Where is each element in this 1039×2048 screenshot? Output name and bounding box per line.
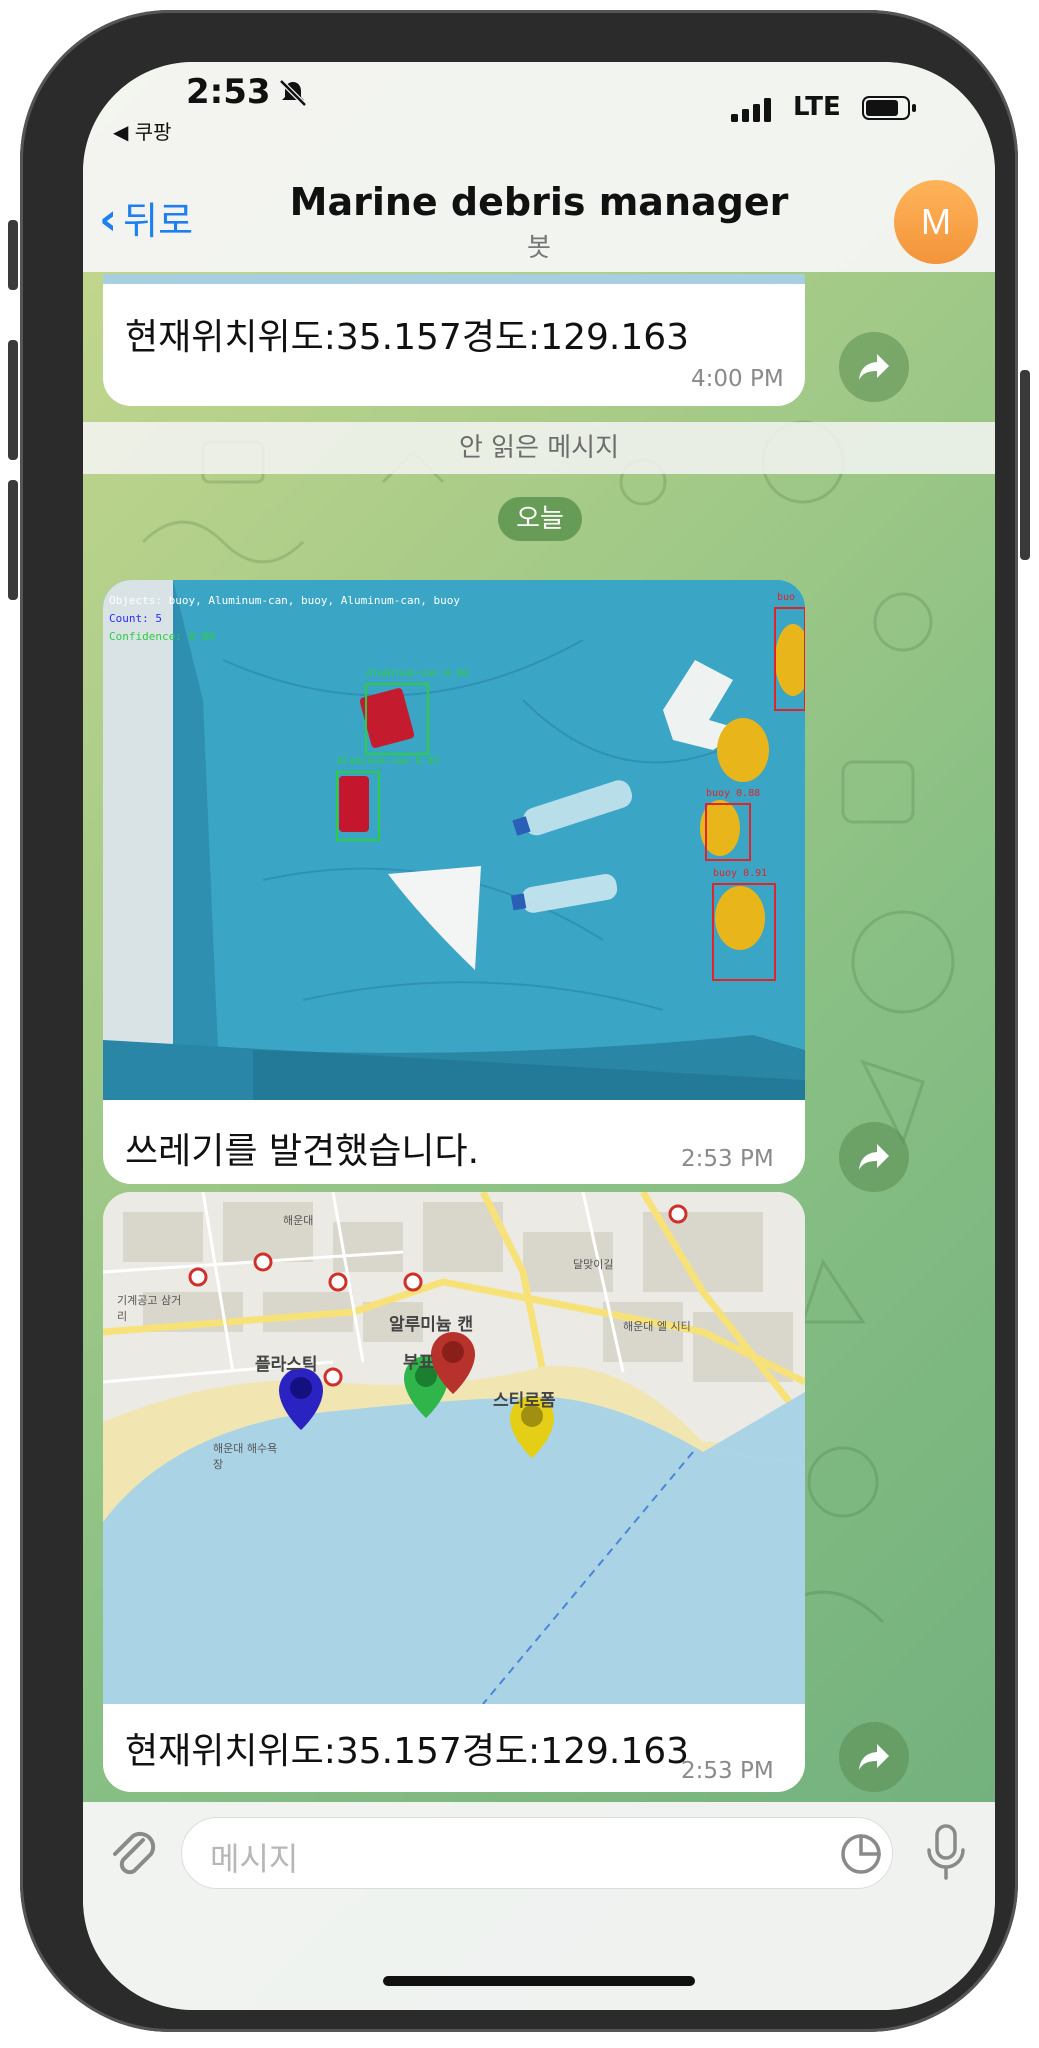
message-time: 2:53 PM [681,1146,774,1172]
marker-label-plastic: 플라스틱 [255,1355,318,1375]
volume-down-button [8,480,18,600]
image-caption: 쓰레기를 발견했습니다. [125,1131,480,1172]
location-map[interactable]: 해운대 기계공고 삼거리 해운대 해수욕장 해운대 엘 시티 달맞이길 플라스틱… [103,1192,805,1704]
message-input[interactable]: 메시지 [181,1817,893,1889]
message-bubble-detection[interactable]: Objects: buoy, Aluminum-can, buoy, Alumi… [103,580,805,1184]
power-button [1020,370,1030,560]
detection-objects-label: Objects: buoy, Aluminum-can, buoy, Alumi… [109,594,460,607]
sticker-icon[interactable] [839,1832,883,1876]
map-place-label: 해운대 [283,1214,314,1227]
message-time: 2:53 PM [681,1758,774,1784]
message-text: 현재위치위도:35.157경도:129.163 [125,1731,690,1772]
forward-button[interactable] [839,1722,909,1792]
avatar[interactable]: M [894,180,978,264]
detection-photo[interactable]: Objects: buoy, Aluminum-can, buoy, Alumi… [103,580,805,1100]
chat-subtitle: 봇 [527,233,551,263]
back-to-app-link[interactable]: ◀ 쿠팡 [113,116,172,145]
map-place-label: 해운대 해수욕장 [213,1442,278,1471]
detection-confidence-label: Confidence: 0.86 [109,630,215,643]
screen: 2:53 ◀ 쿠팡 LTE ‹ 뒤로 Marine debris manager … [83,62,995,2010]
marker-label-buoy: 부표 [403,1353,435,1373]
box-label-aluminum-can: Aluminum-can 0.83 [337,756,440,767]
box-label-buoy: buoy 0.88 [706,788,761,799]
phone-frame: 2:53 ◀ 쿠팡 LTE ‹ 뒤로 Marine debris manager … [8,10,1030,2032]
marker-label-aluminum-can: 알루미늄 캔 [389,1315,474,1335]
silent-switch [8,220,18,290]
message-text: 현재위치위도:35.157경도:129.163 [125,317,690,358]
box-label-aluminum-can: Aluminum-can 0.90 [366,668,469,679]
message-bubble-map[interactable]: 해운대 기계공고 삼거리 해운대 해수욕장 해운대 엘 시티 달맞이길 플라스틱… [103,1192,805,1792]
map-image [103,1192,805,1704]
share-arrow-icon [859,354,889,380]
share-arrow-icon [859,1144,889,1170]
map-image-edge [103,274,805,284]
marker-label-styrofoam: 스티로폼 [493,1391,556,1411]
message-time: 4:00 PM [691,366,784,392]
home-indicator[interactable] [383,1976,695,1986]
volume-up-button [8,340,18,460]
paperclip-icon[interactable] [103,1822,163,1882]
forward-button[interactable] [839,332,909,402]
map-place-label: 해운대 엘 시티 [623,1320,691,1333]
battery-icon [862,96,910,120]
battery-tip [912,104,916,112]
map-place-label: 달맞이길 [573,1258,614,1271]
date-pill: 오늘 [498,497,582,541]
unread-divider: 안 읽은 메시지 [83,422,995,474]
box-label-buoy: buo [777,592,796,603]
status-time: 2:53 [186,72,271,112]
status-bar: 2:53 ◀ 쿠팡 LTE [83,62,995,145]
message-bubble-location-1[interactable]: 현재위치위도:35.157경도:129.163 4:00 PM [103,274,805,406]
detection-image [103,580,805,1100]
chat-title[interactable]: Marine debris manager [83,180,995,224]
microphone-icon[interactable] [921,1822,971,1882]
detection-count-label: Count: 5 [109,612,162,625]
forward-button[interactable] [839,1122,909,1192]
message-input-placeholder: 메시지 [210,1840,299,1878]
cell-signal-icon [731,98,771,122]
box-label-buoy: buoy 0.91 [713,868,768,879]
share-arrow-icon [859,1744,889,1770]
map-place-label: 기계공고 삼거리 [117,1294,182,1323]
bell-muted-icon [279,79,307,107]
network-type: LTE [793,92,841,122]
